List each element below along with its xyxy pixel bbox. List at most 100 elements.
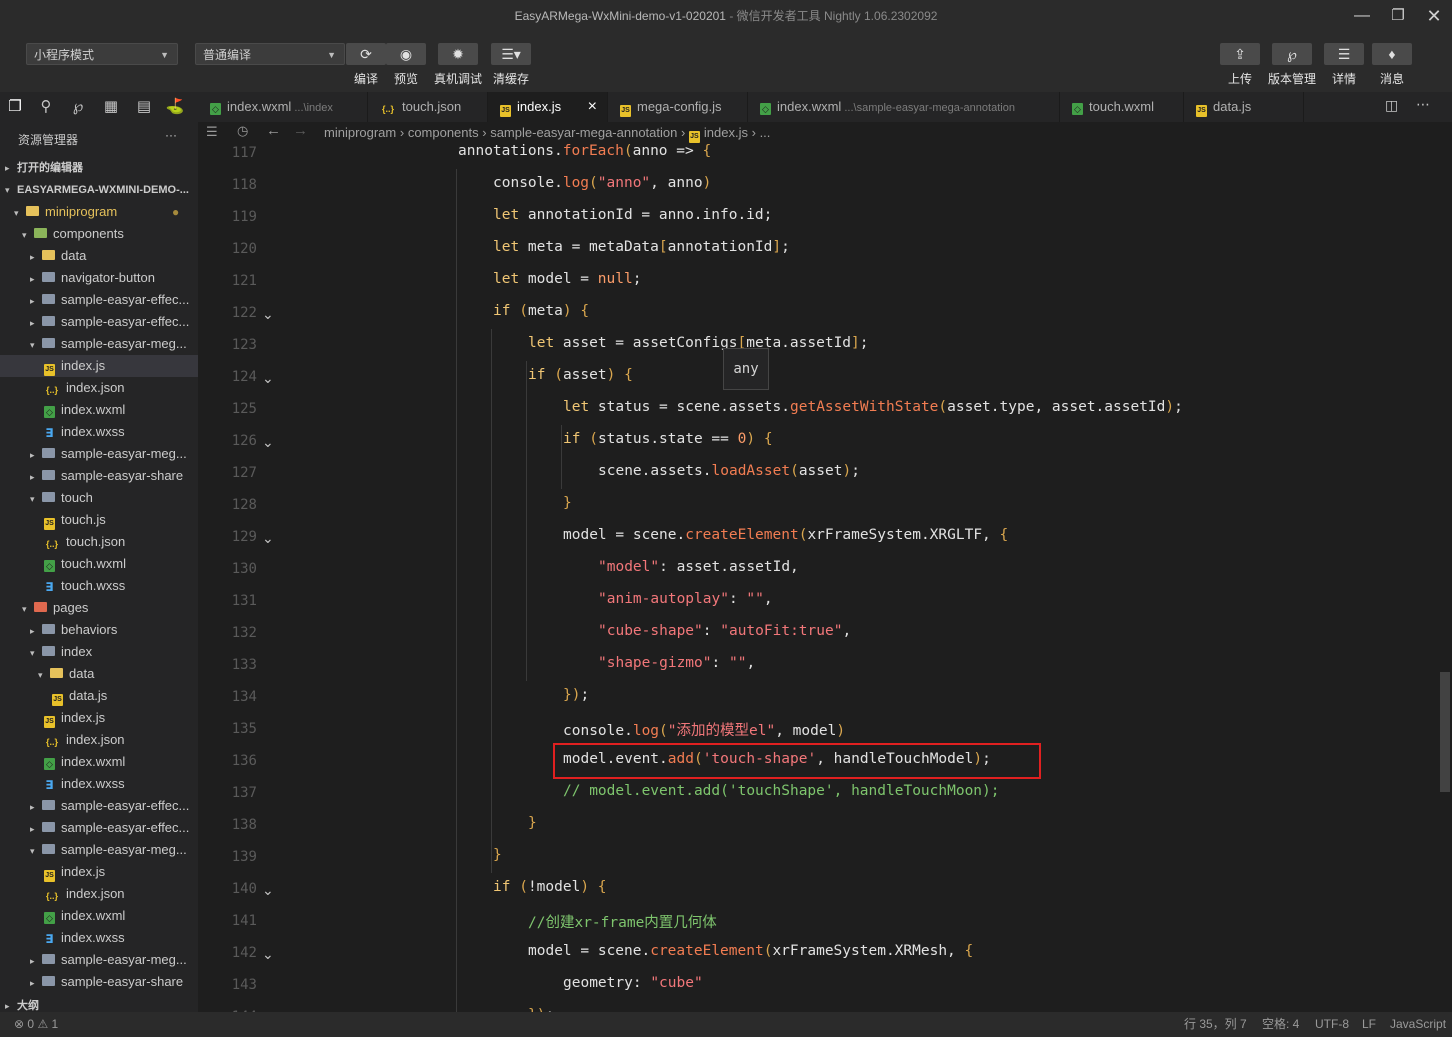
source-control-icon[interactable]: ℘	[67, 97, 89, 117]
problems-indicator[interactable]: ⊗ 0 ⚠ 1	[14, 1012, 58, 1037]
breadcrumb-item[interactable]: components	[408, 125, 479, 140]
version-label[interactable]: 版本管理	[1262, 70, 1322, 87]
scrollbar-thumb[interactable]	[1440, 672, 1450, 792]
chevron-right-icon[interactable]: ▸	[30, 796, 42, 817]
chevron-right-icon[interactable]: ▸	[30, 268, 42, 289]
tree-item[interactable]: JS data.js	[0, 685, 198, 707]
tree-item[interactable]: ▾ index	[0, 641, 198, 663]
tab-index-js[interactable]: JS index.js ×	[488, 92, 608, 122]
explorer-more-icon[interactable]: ···	[165, 128, 177, 142]
breadcrumb-item[interactable]: miniprogram	[324, 125, 396, 140]
tree-item[interactable]: ◇ index.wxml	[0, 905, 198, 927]
tree-item[interactable]: ▾ data	[0, 663, 198, 685]
tree-item[interactable]: ◇ touch.wxml	[0, 553, 198, 575]
messages-label[interactable]: 消息	[1372, 70, 1412, 87]
tree-item[interactable]: ▸ sample-easyar-meg...	[0, 443, 198, 465]
back-icon[interactable]: ←	[266, 122, 281, 139]
chevron-down-icon[interactable]: ▾	[30, 642, 42, 663]
chevron-right-icon[interactable]: ▸	[30, 246, 42, 267]
tree-item[interactable]: ∃ index.wxss	[0, 773, 198, 795]
mode-select[interactable]: 小程序模式 ▼	[26, 43, 178, 65]
tree-item[interactable]: {..} index.json	[0, 377, 198, 399]
details-button[interactable]: ☰	[1324, 43, 1364, 65]
list-icon[interactable]: ☰	[206, 124, 218, 140]
tree-item[interactable]: ▸ behaviors	[0, 619, 198, 641]
compile-label[interactable]: 编译	[346, 70, 386, 87]
project-section[interactable]: ▾ EASYARMEGA-WXMINI-DEMO-...	[0, 179, 198, 201]
chevron-right-icon[interactable]: ▸	[30, 818, 42, 839]
docker-icon[interactable]: ⛳	[164, 97, 186, 117]
chevron-right-icon[interactable]: ▸	[30, 950, 42, 971]
clear-cache-label[interactable]: 清缓存	[486, 70, 536, 87]
messages-button[interactable]: ♦	[1372, 43, 1412, 65]
fold-chevron-icon[interactable]: ⌄	[262, 530, 274, 547]
breadcrumb-item[interactable]: ...	[760, 125, 771, 140]
end-of-line[interactable]: LF	[1362, 1012, 1376, 1037]
chevron-right-icon[interactable]: ▸	[30, 312, 42, 333]
restore-icon[interactable]: ❐	[1378, 0, 1418, 32]
fold-chevron-icon[interactable]: ⌄	[262, 882, 274, 899]
upload-label[interactable]: 上传	[1220, 70, 1260, 87]
tab-index-wxml[interactable]: ◇ index.wxml ...\index	[198, 92, 368, 122]
tree-item[interactable]: ∃ index.wxss	[0, 421, 198, 443]
breadcrumb-item[interactable]: sample-easyar-mega-annotation	[490, 125, 677, 140]
remote-debug-button[interactable]: ✹	[438, 43, 478, 65]
chevron-down-icon[interactable]: ▾	[14, 202, 26, 223]
clear-cache-button[interactable]: ☰▾	[491, 43, 531, 65]
tree-item[interactable]: JS index.js	[0, 861, 198, 883]
search-icon[interactable]: ⚲	[35, 97, 57, 117]
encoding[interactable]: UTF-8	[1315, 1012, 1349, 1037]
tree-item[interactable]: ▸ sample-easyar-effec...	[0, 289, 198, 311]
tree-item[interactable]: ▸ sample-easyar-share	[0, 971, 198, 993]
close-icon[interactable]: ×	[588, 92, 597, 122]
tab-index-wxml[interactable]: ◇ index.wxml ...\sample-easyar-mega-annot…	[748, 92, 1060, 122]
chevron-right-icon[interactable]: ▸	[30, 972, 42, 993]
close-icon[interactable]: ✕	[1414, 0, 1452, 32]
tree-item[interactable]: ∃ touch.wxss	[0, 575, 198, 597]
fold-chevron-icon[interactable]: ⌄	[262, 434, 274, 451]
fold-chevron-icon[interactable]: ⌄	[262, 370, 274, 387]
tree-item[interactable]: ▸ navigator-button	[0, 267, 198, 289]
vertical-scrollbar[interactable]	[1438, 144, 1452, 1012]
open-editors-section[interactable]: ▸ 打开的编辑器	[0, 157, 198, 179]
chevron-down-icon[interactable]: ▾	[30, 334, 42, 355]
minimize-icon[interactable]: —	[1342, 0, 1382, 32]
tree-item[interactable]: ▸ sample-easyar-share	[0, 465, 198, 487]
tree-item[interactable]: {..} index.json	[0, 883, 198, 905]
chevron-right-icon[interactable]: ▸	[30, 444, 42, 465]
fold-chevron-icon[interactable]: ⌄	[262, 306, 274, 323]
extensions-icon[interactable]: ▦	[100, 97, 122, 117]
tree-item[interactable]: JS index.js	[0, 355, 198, 377]
chevron-right-icon[interactable]: ▸	[30, 290, 42, 311]
tree-item[interactable]: ▸ data	[0, 245, 198, 267]
breadcrumb-item[interactable]: index.js	[704, 125, 748, 140]
code-editor[interactable]: 117 annotations.forEach(anno => {118 conso…	[198, 144, 1438, 1012]
tree-item[interactable]: ▾ sample-easyar-meg...	[0, 839, 198, 861]
chevron-down-icon[interactable]: ▾	[30, 840, 42, 861]
split-editor-icon[interactable]: ◫	[1385, 97, 1398, 114]
compile-select[interactable]: 普通编译 ▼	[195, 43, 345, 65]
details-label[interactable]: 详情	[1324, 70, 1364, 87]
tree-item[interactable]: {..} index.json	[0, 729, 198, 751]
tree-item[interactable]: {..} touch.json	[0, 531, 198, 553]
preview-label[interactable]: 预览	[386, 70, 426, 87]
tab-touch-wxml[interactable]: ◇ touch.wxml	[1060, 92, 1184, 122]
tree-item[interactable]: ▾ components	[0, 223, 198, 245]
chevron-down-icon[interactable]: ▾	[38, 664, 50, 685]
tree-item[interactable]: JS index.js	[0, 707, 198, 729]
tree-item[interactable]: ▸ sample-easyar-effec...	[0, 795, 198, 817]
fold-chevron-icon[interactable]: ⌄	[262, 946, 274, 963]
upload-button[interactable]: ⇪	[1220, 43, 1260, 65]
explorer-icon[interactable]: ❐	[4, 97, 26, 117]
chevron-right-icon[interactable]: ▸	[30, 466, 42, 487]
tree-item[interactable]: ∃ index.wxss	[0, 927, 198, 949]
indentation[interactable]: 空格: 4	[1262, 1012, 1299, 1037]
tree-item[interactable]: JS touch.js	[0, 509, 198, 531]
tree-item[interactable]: ▾ touch	[0, 487, 198, 509]
chevron-down-icon[interactable]: ▾	[30, 488, 42, 509]
chevron-down-icon[interactable]: ▾	[22, 224, 34, 245]
more-actions-icon[interactable]: ⋯	[1416, 96, 1430, 113]
compile-button[interactable]: ⟳	[346, 43, 386, 65]
tree-item[interactable]: ▾ pages	[0, 597, 198, 619]
tree-item[interactable]: ◇ index.wxml	[0, 399, 198, 421]
